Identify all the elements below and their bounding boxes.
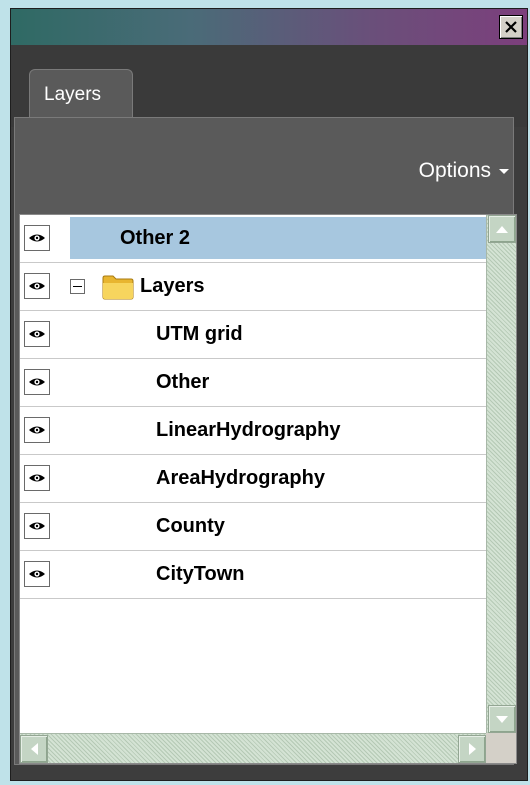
tab-strip: Layers: [11, 45, 527, 127]
eye-icon: [29, 282, 45, 290]
layer-name: County: [156, 515, 225, 537]
eye-icon: [29, 522, 45, 530]
layer-name: Other 2: [120, 227, 191, 249]
eye-icon: [29, 330, 45, 338]
eye-icon: [29, 378, 45, 386]
visibility-toggle[interactable]: [24, 273, 50, 299]
visibility-toggle[interactable]: [24, 513, 50, 539]
layer-row[interactable]: CityTown: [20, 551, 486, 599]
layer-row[interactable]: LinearHydrography: [20, 407, 486, 455]
close-button[interactable]: [499, 15, 523, 39]
visibility-toggle[interactable]: [24, 561, 50, 587]
options-label: Options: [418, 159, 491, 182]
vertical-scrollbar[interactable]: [486, 215, 516, 733]
eye-icon: [29, 570, 45, 578]
arrow-down-icon: [496, 715, 508, 723]
scrollbar-corner: [486, 733, 516, 763]
layer-group-row[interactable]: Layers: [20, 263, 486, 311]
arrow-up-icon: [496, 225, 508, 233]
arrow-left-icon: [30, 743, 38, 755]
visibility-toggle[interactable]: [24, 225, 50, 251]
dropdown-caret-icon: [499, 168, 509, 174]
layer-name: Layers: [140, 275, 205, 297]
scroll-down-button[interactable]: [488, 705, 516, 733]
layer-list: Other 2 Layers UTM grid Other LinearHydrogra…: [19, 214, 517, 764]
layer-rows: Other 2 Layers UTM grid Other LinearHydrogra…: [20, 215, 486, 763]
title-bar[interactable]: [11, 9, 527, 45]
eye-icon: [29, 474, 45, 482]
visibility-toggle[interactable]: [24, 369, 50, 395]
folder-icon: [102, 273, 134, 305]
layer-row[interactable]: UTM grid: [20, 311, 486, 359]
arrow-right-icon: [468, 743, 476, 755]
layer-row[interactable]: Other 2: [20, 215, 486, 263]
options-menu-button[interactable]: Options: [419, 159, 509, 183]
horizontal-scrollbar[interactable]: [20, 733, 486, 763]
visibility-toggle[interactable]: [24, 417, 50, 443]
visibility-toggle[interactable]: [24, 321, 50, 347]
layer-row[interactable]: County: [20, 503, 486, 551]
eye-icon: [29, 234, 45, 242]
layer-name: Other: [156, 371, 210, 393]
scroll-up-button[interactable]: [488, 215, 516, 243]
layer-name: CityTown: [156, 563, 245, 585]
visibility-toggle[interactable]: [24, 465, 50, 491]
layer-row[interactable]: AreaHydrography: [20, 455, 486, 503]
scroll-right-button[interactable]: [458, 735, 486, 763]
layer-row[interactable]: Other: [20, 359, 486, 407]
scroll-left-button[interactable]: [20, 735, 48, 763]
tab-layers-label: Layers: [44, 84, 102, 105]
collapse-icon[interactable]: [70, 279, 85, 294]
layer-name: AreaHydrography: [156, 467, 325, 489]
eye-icon: [29, 426, 45, 434]
close-icon: [505, 21, 517, 33]
layer-name: UTM grid: [156, 323, 243, 345]
layer-name: LinearHydrography: [156, 419, 341, 441]
